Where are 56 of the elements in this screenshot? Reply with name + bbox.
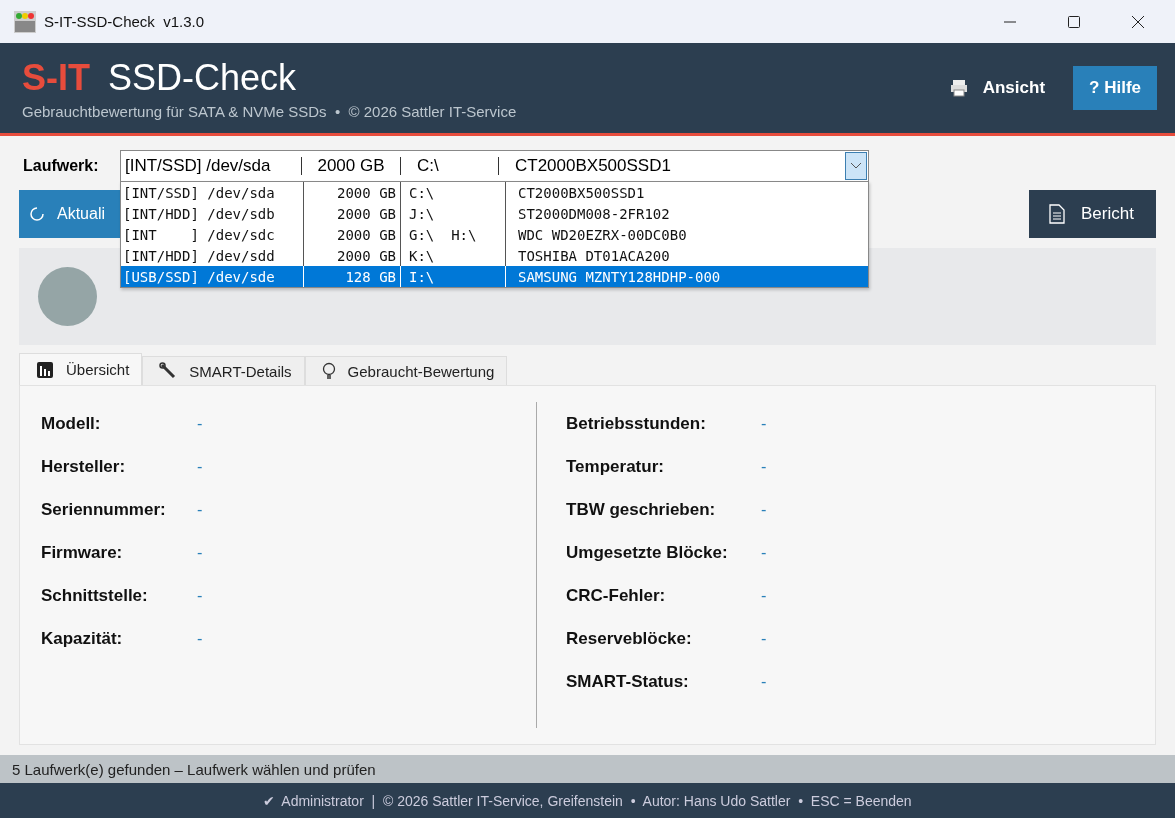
bar-chart-icon — [36, 360, 54, 379]
field-label: CRC-Fehler: — [566, 585, 667, 606]
window-title: S-IT-SSD-Check v1.3.0 — [44, 13, 205, 30]
check-icon: ✔ — [263, 792, 276, 809]
chevron-down-icon — [850, 162, 862, 170]
subtitle: Gebrauchtbewertung für SATA & NVMe SSDs • © 2026 Sattler IT-Service — [22, 102, 517, 120]
refresh-icon — [29, 206, 45, 222]
field-value: - — [761, 543, 767, 562]
field-value: - — [761, 629, 767, 648]
drive-option[interactable]: [INT/SSD] /dev/sda 2000 GB C:\ CT2000BX500SSD1 — [121, 182, 868, 203]
drive-dropdown[interactable]: [INT/SSD] /dev/sda 2000 GB C:\ CT2000BX500SSD1 — [120, 150, 869, 182]
tab[interactable]: Übersicht — [19, 353, 143, 385]
field-label: TBW geschrieben: — [566, 499, 717, 520]
close-icon[interactable] — [1131, 14, 1145, 29]
field-value: - — [761, 457, 767, 476]
field-label: Seriennummer: — [41, 499, 167, 520]
help-button[interactable]: ? Hilfe — [1073, 66, 1157, 110]
field-label: SMART-Status: — [566, 671, 690, 692]
field-label: Betriebsstunden: — [566, 413, 707, 434]
drive-option[interactable]: [USB/SSD] /dev/sde 128 GB I:\ SAMSUNG MZNTY128HDHP-000 — [121, 266, 868, 287]
field-label: Kapazität: — [41, 628, 124, 649]
maximize-icon[interactable] — [1067, 14, 1081, 29]
tab[interactable]: Gebraucht-Bewertung — [304, 356, 508, 385]
footer-text: Administrator | © 2026 Sattler IT-Service, Greifenstein • Autor: Hans Udo Sattler • ESC = Beenden — [281, 792, 912, 809]
app-title: SSD-Check — [108, 56, 297, 99]
field-value: - — [197, 629, 203, 648]
brand-name: S-IT — [22, 56, 90, 99]
drive-label: Laufwerk: — [23, 157, 100, 175]
field-value: - — [761, 414, 767, 433]
field-value: - — [197, 457, 203, 476]
field-label: Hersteller: — [41, 456, 127, 477]
field-label: Modell: — [41, 413, 102, 434]
field-value: - — [197, 414, 203, 433]
view-button[interactable]: Ansicht — [932, 66, 1062, 110]
report-button[interactable]: Bericht — [1029, 190, 1156, 238]
field-label: Schnittstelle: — [41, 585, 149, 606]
drive-option[interactable]: [INT ] /dev/sdc 2000 GB G:\ H:\ WDC WD20EZRX-00DC0B0 — [121, 224, 868, 245]
light-bulb-icon — [321, 362, 336, 380]
status-text: 5 Laufwerk(e) gefunden – Laufwerk wählen und prüfen — [12, 760, 376, 778]
field-value: - — [761, 500, 767, 519]
field-label: Temperatur: — [566, 456, 665, 477]
field-value: - — [761, 586, 767, 605]
wrench-icon — [159, 362, 178, 380]
drive-option[interactable]: [INT/HDD] /dev/sdb 2000 GB J:\ ST2000DM008-2FR102 — [121, 203, 868, 224]
field-value: - — [197, 543, 203, 562]
tab[interactable]: SMART-Details — [142, 356, 305, 385]
field-value: - — [761, 672, 767, 691]
field-label: Umgesetzte Blöcke: — [566, 542, 729, 563]
field-value: - — [197, 586, 203, 605]
field-value: - — [197, 500, 203, 519]
printer-icon — [948, 78, 969, 98]
document-icon — [1049, 204, 1065, 224]
field-label: Firmware: — [41, 542, 124, 563]
ssd-logo-icon — [14, 10, 36, 33]
field-label: Reserveblöcke: — [566, 628, 693, 649]
refresh-button[interactable]: Aktuali — [19, 190, 120, 238]
